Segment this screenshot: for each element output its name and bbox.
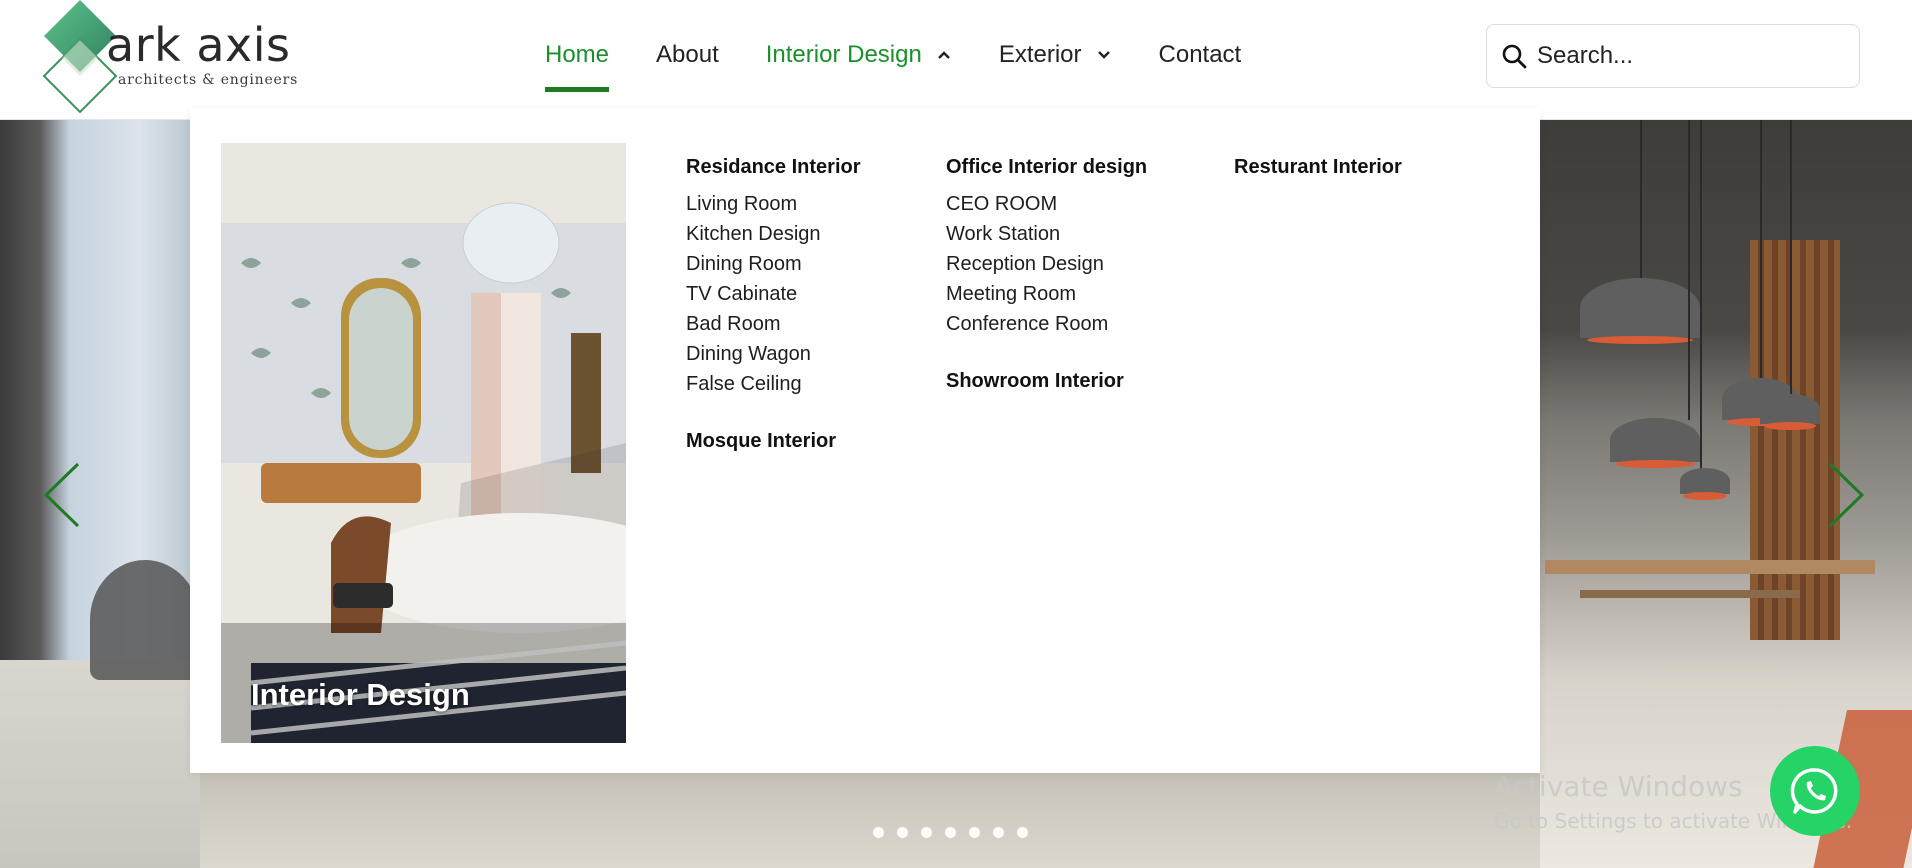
menu-link-living-room[interactable]: Living Room	[686, 189, 861, 219]
menu-column-3: Resturant Interior	[1234, 143, 1402, 179]
nav-item-label: Home	[545, 41, 610, 68]
carousel-dot[interactable]	[969, 827, 980, 838]
search-icon	[1502, 44, 1527, 69]
chevron-right-icon[interactable]	[1826, 460, 1866, 530]
menu-link-ceo-room[interactable]: CEO ROOM	[946, 189, 1147, 219]
lamp-cord	[1688, 120, 1690, 420]
dining-room-photo	[221, 143, 626, 743]
lamp-cord	[1790, 120, 1792, 395]
menu-link-reception-design[interactable]: Reception Design	[946, 249, 1147, 279]
lamp-cord	[1700, 120, 1702, 470]
nav-item-contact[interactable]: Contact	[1159, 0, 1242, 110]
carousel-dot[interactable]	[1017, 827, 1028, 838]
menu-heading-resturant-interior[interactable]: Resturant Interior	[1234, 155, 1402, 179]
chevron-left-icon[interactable]	[42, 460, 82, 530]
carousel-dot[interactable]	[993, 827, 1004, 838]
menu-link-false-ceiling[interactable]: False Ceiling	[686, 369, 861, 399]
carousel-dot[interactable]	[873, 827, 884, 838]
nav-item-label: Exterior	[998, 41, 1082, 68]
menu-link-bad-room[interactable]: Bad Room	[686, 309, 861, 339]
carousel-dots	[873, 827, 1041, 838]
chevron-up-icon	[937, 51, 950, 59]
carousel-dot[interactable]	[921, 827, 932, 838]
wood-panel	[1750, 240, 1840, 640]
chevron-down-icon	[1097, 51, 1110, 59]
menu-link-kitchen-design[interactable]: Kitchen Design	[686, 219, 861, 249]
logo-tagline: architects & engineers	[118, 72, 299, 88]
interior-design-mega-menu: Interior Design Residance Interior Livin…	[190, 108, 1540, 773]
pendant-lamp	[1580, 278, 1700, 344]
nav-item-interior-design[interactable]: Interior Design	[766, 0, 952, 110]
menu-link-list: Living Room Kitchen Design Dining Room T…	[686, 189, 861, 399]
menu-column-2: Office Interior design CEO ROOM Work Sta…	[946, 143, 1147, 393]
menu-link-conference-room[interactable]: Conference Room	[946, 309, 1147, 339]
menu-link-dining-wagon[interactable]: Dining Wagon	[686, 339, 861, 369]
logo[interactable]: ark axis architects & engineers	[40, 0, 300, 115]
search-input[interactable]	[1537, 42, 1837, 70]
menu-heading-residance-interior[interactable]: Residance Interior	[686, 155, 861, 179]
menu-link-tv-cabinate[interactable]: TV Cabinate	[686, 279, 861, 309]
menu-heading-office-interior-design[interactable]: Office Interior design	[946, 155, 1147, 179]
nav-item-label: About	[656, 41, 719, 68]
desk	[1545, 560, 1875, 574]
promo-image-card[interactable]: Interior Design	[221, 143, 626, 743]
nav-item-exterior[interactable]: Exterior	[999, 0, 1112, 110]
menu-link-work-station[interactable]: Work Station	[946, 219, 1147, 249]
nav-item-label: Contact	[1158, 41, 1242, 68]
menu-link-list: CEO ROOM Work Station Reception Design M…	[946, 189, 1147, 339]
active-underline	[545, 87, 610, 92]
site-header: ark axis architects & engineers Home Abo…	[0, 0, 1912, 120]
search-box[interactable]	[1486, 24, 1860, 88]
menu-column-1: Residance Interior Living Room Kitchen D…	[686, 143, 861, 453]
lamp-cord	[1760, 120, 1762, 380]
nav-item-about[interactable]: About	[656, 0, 719, 110]
menu-link-meeting-room[interactable]: Meeting Room	[946, 279, 1147, 309]
pendant-lamp	[1610, 418, 1700, 468]
whatsapp-icon	[1790, 768, 1838, 814]
hero-image-left	[0, 120, 200, 868]
whatsapp-button[interactable]	[1770, 746, 1860, 836]
main-nav: Home About Interior Design Exterior Cont…	[545, 0, 1288, 110]
lamp-cord	[1640, 120, 1642, 280]
promo-title: Interior Design	[251, 677, 470, 712]
pendant-lamp	[1680, 468, 1730, 500]
nav-item-label: Interior Design	[765, 41, 922, 68]
menu-heading-mosque-interior[interactable]: Mosque Interior	[686, 429, 861, 453]
pendant-lamp	[1760, 394, 1820, 430]
menu-link-dining-room[interactable]: Dining Room	[686, 249, 861, 279]
desk	[1580, 590, 1800, 598]
logo-wordmark: ark axis	[106, 18, 291, 72]
menu-heading-showroom-interior[interactable]: Showroom Interior	[946, 369, 1147, 393]
nav-item-home[interactable]: Home	[545, 0, 610, 110]
hero-floor	[200, 770, 1540, 868]
carousel-dot[interactable]	[945, 827, 956, 838]
carousel-dot[interactable]	[897, 827, 908, 838]
